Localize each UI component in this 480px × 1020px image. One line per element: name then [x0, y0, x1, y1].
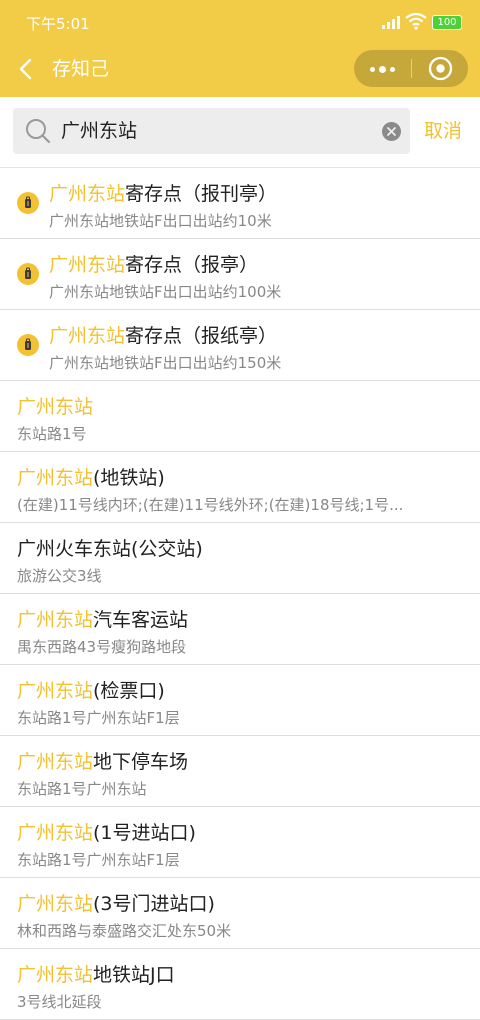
status-time: 下午5:01 — [26, 15, 90, 33]
result-address: 广州东站地铁站F出口出站约100米 — [49, 283, 282, 301]
result-title: 广州东站寄存点（报刊亭） — [49, 181, 277, 207]
result-title: 广州火车东站(公交站) — [17, 536, 203, 562]
close-program-icon[interactable] — [428, 56, 453, 81]
result-address: 3号线北延段 — [17, 993, 102, 1011]
more-icon[interactable] — [368, 61, 398, 77]
luggage-locker-icon — [17, 334, 39, 356]
page-title: 存知己 — [52, 58, 110, 80]
result-item[interactable]: 广州东站东站路1号 — [0, 381, 480, 452]
result-address: 林和西路与泰盛路交汇处东50米 — [17, 922, 232, 940]
nav-bar: 存知己 — [0, 44, 480, 97]
result-title: 广州东站(3号门进站口) — [17, 891, 215, 917]
result-title-rest: 地铁站J口 — [93, 964, 175, 986]
result-title-highlight: 广州东站 — [17, 822, 94, 844]
search-area: 取消 — [0, 97, 480, 168]
result-title-highlight: 广州东站 — [17, 680, 94, 702]
result-title-rest: 寄存点（报纸亭） — [125, 325, 278, 347]
result-title: 广州东站(1号进站口) — [17, 820, 196, 846]
result-list: 广州东站寄存点（报刊亭） 广州东站地铁站F出口出站约10米 广州东站寄存点（报亭）广… — [0, 168, 480, 1020]
result-title-rest: 广州火车东站(公交站) — [17, 538, 203, 560]
result-title: 广州东站寄存点（报亭） — [49, 252, 258, 278]
result-address: 东站路1号广州东站F1层 — [17, 851, 180, 869]
result-title-highlight: 广州东站 — [17, 396, 94, 418]
result-item[interactable]: 广州东站(检票口) 东站路1号广州东站F1层 — [0, 665, 480, 736]
status-bar: 下午5:01 100 — [0, 0, 480, 44]
clear-input-icon[interactable] — [382, 122, 401, 141]
result-item[interactable]: 广州东站地铁站J口 3号线北延段 — [0, 949, 480, 1020]
result-title: 广州东站地铁站J口 — [17, 962, 175, 988]
result-title-highlight: 广州东站 — [17, 893, 94, 915]
result-address: 东站路1号 — [17, 425, 87, 443]
result-title-highlight: 广州东站 — [17, 467, 94, 489]
result-title: 广州东站(地铁站) — [17, 465, 165, 491]
result-address: 旅游公交3线 — [17, 567, 102, 585]
result-title-rest: (3号门进站口) — [93, 893, 215, 915]
result-title: 广州东站汽车客运站 — [17, 607, 188, 633]
result-title-highlight: 广州东站 — [17, 609, 94, 631]
result-item[interactable]: 广州东站寄存点（报亭） 广州东站地铁站F出口出站约100米 — [0, 239, 480, 310]
wifi-icon — [405, 12, 427, 30]
result-address: 广州东站地铁站F出口出站约150米 — [49, 354, 282, 372]
result-title: 广州东站寄存点（报纸亭） — [49, 323, 277, 349]
result-item[interactable]: 广州东站(3号门进站口) 林和西路与泰盛路交汇处东50米 — [0, 878, 480, 949]
luggage-locker-icon — [17, 263, 39, 285]
capsule-divider — [411, 59, 412, 78]
result-title: 广州东站(检票口) — [17, 678, 165, 704]
result-item[interactable]: 广州东站寄存点（报纸亭） 广州东站地铁站F出口出站约150米 — [0, 310, 480, 381]
result-title-rest: 地下停车场 — [93, 751, 189, 773]
search-icon — [26, 119, 51, 144]
result-address: 广州东站地铁站F出口出站约10米 — [49, 212, 272, 230]
search-input[interactable] — [61, 108, 381, 154]
result-item[interactable]: 广州东站寄存点（报刊亭） 广州东站地铁站F出口出站约10米 — [0, 168, 480, 239]
mini-program-capsule — [354, 50, 468, 87]
result-title-rest: (检票口) — [93, 680, 165, 702]
result-item[interactable]: 广州东站汽车客运站禺东西路43号瘦狗路地段 — [0, 594, 480, 665]
result-address: (在建)11号线内环;(在建)11号线外环;(在建)18号线;1号... — [17, 496, 404, 514]
search-box[interactable] — [13, 108, 410, 154]
result-title-highlight: 广州东站 — [49, 325, 126, 347]
result-title-highlight: 广州东站 — [17, 751, 94, 773]
result-item[interactable]: 广州东站(地铁站) (在建)11号线内环;(在建)11号线外环;(在建)18号线;… — [0, 452, 480, 523]
result-title-highlight: 广州东站 — [49, 183, 126, 205]
result-address: 东站路1号广州东站F1层 — [17, 709, 180, 727]
result-address: 东站路1号广州东站 — [17, 780, 147, 798]
result-title: 广州东站 — [17, 394, 93, 420]
result-title-rest: (地铁站) — [93, 467, 165, 489]
result-address: 禺东西路43号瘦狗路地段 — [17, 638, 187, 656]
result-title: 广州东站地下停车场 — [17, 749, 188, 775]
result-title-highlight: 广州东站 — [17, 964, 94, 986]
result-title-rest: 寄存点（报刊亭） — [125, 183, 278, 205]
result-title-rest: (1号进站口) — [93, 822, 196, 844]
result-title-rest: 寄存点（报亭） — [125, 254, 259, 276]
result-item[interactable]: 广州火车东站(公交站) 旅游公交3线 — [0, 523, 480, 594]
result-title-highlight: 广州东站 — [49, 254, 126, 276]
luggage-locker-icon — [17, 192, 39, 214]
result-title-rest: 汽车客运站 — [93, 609, 189, 631]
signal-icon — [382, 15, 402, 29]
battery-indicator: 100 — [432, 15, 462, 30]
result-item[interactable]: 广州东站(1号进站口) 东站路1号广州东站F1层 — [0, 807, 480, 878]
cancel-button[interactable]: 取消 — [424, 111, 462, 151]
header: 下午5:01 100 存知己 — [0, 0, 480, 97]
result-item[interactable]: 广州东站地下停车场东站路1号广州东站 — [0, 736, 480, 807]
back-arrow-icon[interactable] — [14, 56, 40, 82]
